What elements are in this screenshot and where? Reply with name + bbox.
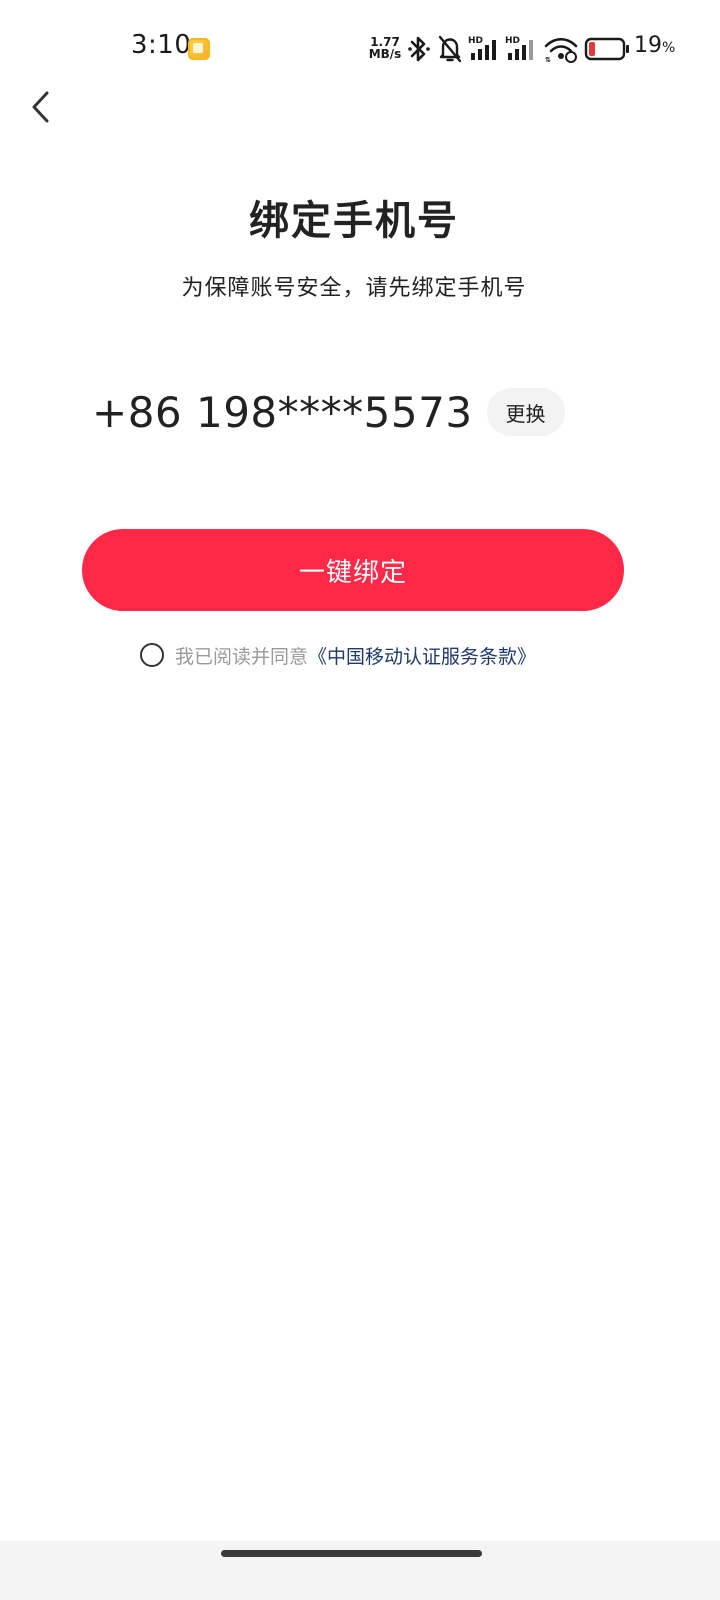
svg-text:⇅: ⇅ bbox=[545, 56, 551, 64]
page-subtitle: 为保障账号安全，请先绑定手机号 bbox=[181, 276, 527, 301]
battery-percent: 19% bbox=[634, 33, 675, 58]
back-button[interactable] bbox=[22, 82, 66, 134]
change-number-button[interactable]: 更换 bbox=[486, 388, 565, 436]
bluetooth-icon bbox=[408, 36, 430, 62]
agreement-row: 我已阅读并同意 《中国移动认证服务条款》 bbox=[140, 642, 536, 668]
mute-bell-icon bbox=[438, 35, 462, 63]
status-bar: 3:10 1.77 MB/s HD HD ⇅ 19% bbox=[0, 0, 720, 100]
home-indicator[interactable] bbox=[221, 1550, 482, 1557]
battery-icon bbox=[584, 37, 629, 61]
battery-percent-value: 19 bbox=[634, 33, 662, 58]
network-speed: 1.77 MB/s bbox=[366, 36, 404, 60]
gallery-app-icon bbox=[188, 38, 210, 60]
signal-hd-icon: HD bbox=[468, 36, 496, 60]
svg-text:HD: HD bbox=[468, 36, 483, 46]
phone-number: +86 198****5573 bbox=[92, 387, 473, 437]
chevron-left-icon bbox=[32, 91, 49, 123]
phone-number-row: +86 198****5573 更换 bbox=[92, 386, 565, 438]
page-title: 绑定手机号 bbox=[249, 198, 459, 244]
agreement-prefix: 我已阅读并同意 bbox=[175, 645, 309, 668]
agreement-checkbox[interactable] bbox=[140, 643, 164, 667]
signal-hd-icon: HD bbox=[505, 36, 533, 60]
one-click-bind-button[interactable]: 一键绑定 bbox=[82, 529, 624, 611]
wifi-icon: ⇅ bbox=[544, 37, 578, 64]
status-time: 3:10 bbox=[131, 30, 192, 60]
svg-text:HD: HD bbox=[505, 36, 520, 46]
agreement-terms-link[interactable]: 《中国移动认证服务条款》 bbox=[308, 642, 536, 669]
battery-percent-sign: % bbox=[662, 40, 676, 56]
network-speed-unit: MB/s bbox=[368, 47, 402, 61]
